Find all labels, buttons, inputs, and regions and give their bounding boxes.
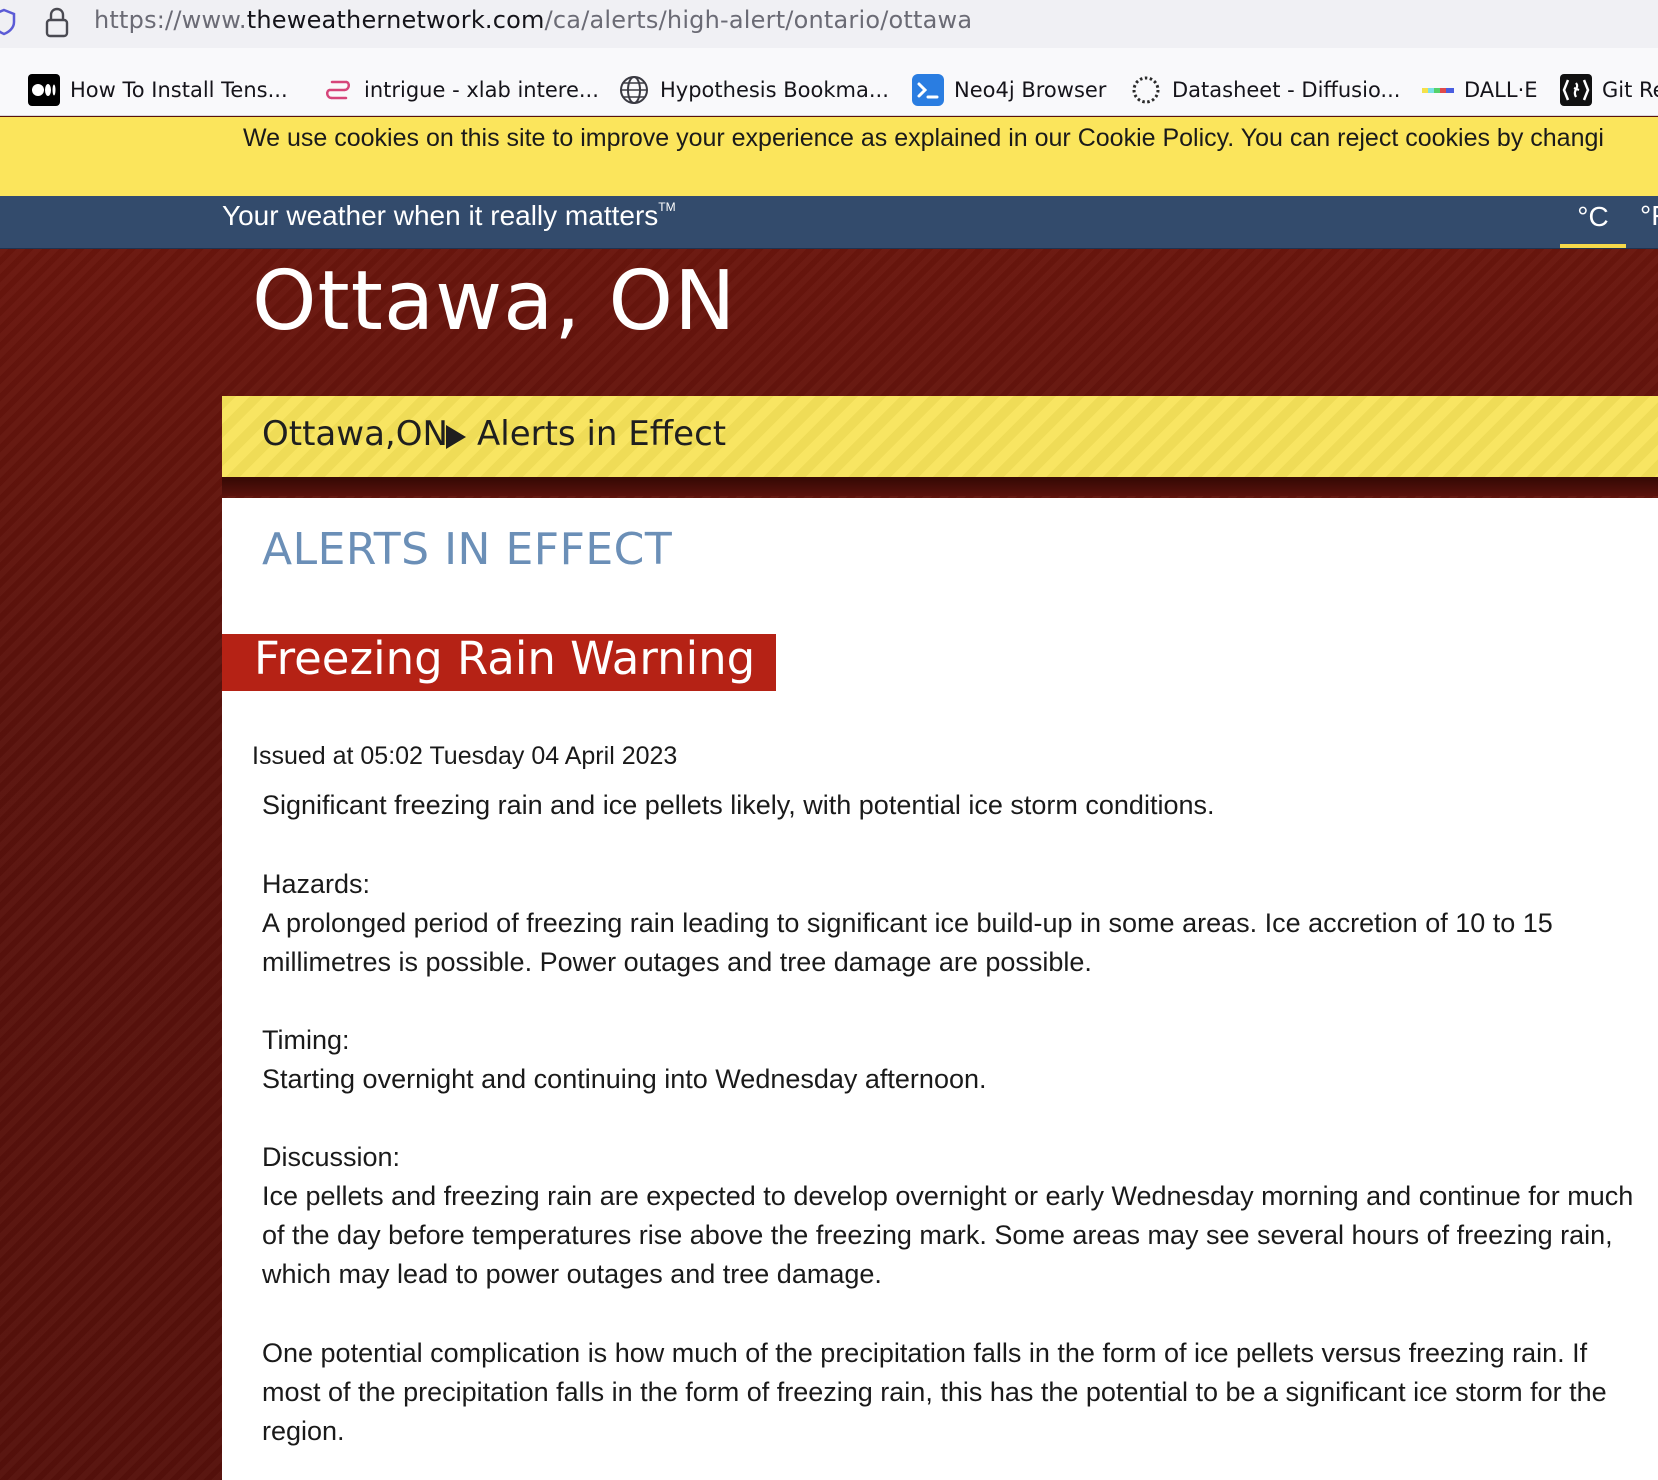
breadcrumb-current: Alerts in Effect bbox=[477, 414, 727, 454]
url-bar[interactable]: https://www.theweathernetwork.com/ca/ale… bbox=[0, 0, 1658, 48]
bookmark-item[interactable]: Neo4j Browser bbox=[912, 72, 1106, 108]
url-text[interactable]: https://www.theweathernetwork.com/ca/ale… bbox=[94, 6, 972, 34]
bookmark-item[interactable]: Hypothesis Bookma... bbox=[618, 72, 889, 108]
bookmark-item[interactable]: Git Re bbox=[1560, 72, 1658, 108]
bookmark-label: DALL·E bbox=[1464, 78, 1538, 102]
bookmark-label: Git Re bbox=[1602, 78, 1658, 102]
unit-celsius-toggle[interactable]: °C bbox=[1560, 200, 1626, 248]
discussion-label: Discussion: bbox=[262, 1142, 401, 1172]
location-title: Ottawa, ON bbox=[252, 254, 737, 349]
complication-text: One potential complication is how much o… bbox=[262, 1338, 1607, 1446]
bookmark-label: Hypothesis Bookma... bbox=[660, 78, 889, 102]
issued-timestamp: Issued at 05:02 Tuesday 04 April 2023 bbox=[252, 742, 678, 770]
globe-icon bbox=[620, 76, 648, 104]
terminal-icon bbox=[912, 74, 944, 106]
url-path: /ca/alerts/high-alert/ontario/ottawa bbox=[544, 6, 973, 34]
trademark-mark: TM bbox=[658, 200, 676, 214]
breadcrumb-shadow bbox=[222, 480, 1658, 496]
bookmark-item[interactable]: How To Install Tens... bbox=[28, 72, 288, 108]
rainbow-bar-icon bbox=[1422, 88, 1454, 93]
git-icon bbox=[1560, 74, 1592, 106]
lock-icon[interactable] bbox=[44, 6, 70, 38]
unit-fahrenheit-toggle[interactable]: °F bbox=[1640, 200, 1658, 232]
alert-summary: Significant freezing rain and ice pellet… bbox=[262, 790, 1215, 820]
bookmark-item[interactable]: Datasheet - Diffusio... bbox=[1130, 72, 1400, 108]
hazards-text: A prolonged period of freezing rain lead… bbox=[262, 908, 1553, 977]
timing-label: Timing: bbox=[262, 1025, 350, 1055]
shield-icon[interactable] bbox=[0, 8, 16, 36]
timing-text: Starting overnight and continuing into W… bbox=[262, 1064, 987, 1094]
medium-icon bbox=[28, 74, 60, 106]
bookmark-item[interactable]: DALL·E bbox=[1422, 72, 1538, 108]
dotted-circle-icon bbox=[1132, 76, 1160, 104]
breadcrumb-city-link[interactable]: Ottawa,ON bbox=[262, 414, 448, 454]
bookmark-label: How To Install Tens... bbox=[70, 78, 288, 102]
url-prefix: https://www. bbox=[94, 6, 247, 34]
url-host: theweathernetwork.com bbox=[246, 6, 545, 34]
link-icon bbox=[326, 80, 350, 100]
bookmark-label: Datasheet - Diffusio... bbox=[1172, 78, 1401, 102]
site-tagline: Your weather when it really mattersTM bbox=[222, 200, 676, 232]
hazards-label: Hazards: bbox=[262, 869, 371, 899]
discussion-text: Ice pellets and freezing rain are expect… bbox=[262, 1181, 1634, 1289]
warning-title: Freezing Rain Warning bbox=[254, 632, 756, 685]
alerts-heading: ALERTS IN EFFECT bbox=[262, 524, 673, 575]
bookmark-label: Neo4j Browser bbox=[954, 78, 1107, 102]
breadcrumb-arrow-icon bbox=[446, 425, 466, 449]
tagline-text: Your weather when it really matters bbox=[222, 200, 659, 231]
cookie-banner-text: We use cookies on this site to improve y… bbox=[243, 124, 1604, 152]
bookmark-label: intrigue - xlab intere... bbox=[364, 78, 599, 102]
bookmark-item[interactable]: intrigue - xlab intere... bbox=[322, 72, 599, 108]
